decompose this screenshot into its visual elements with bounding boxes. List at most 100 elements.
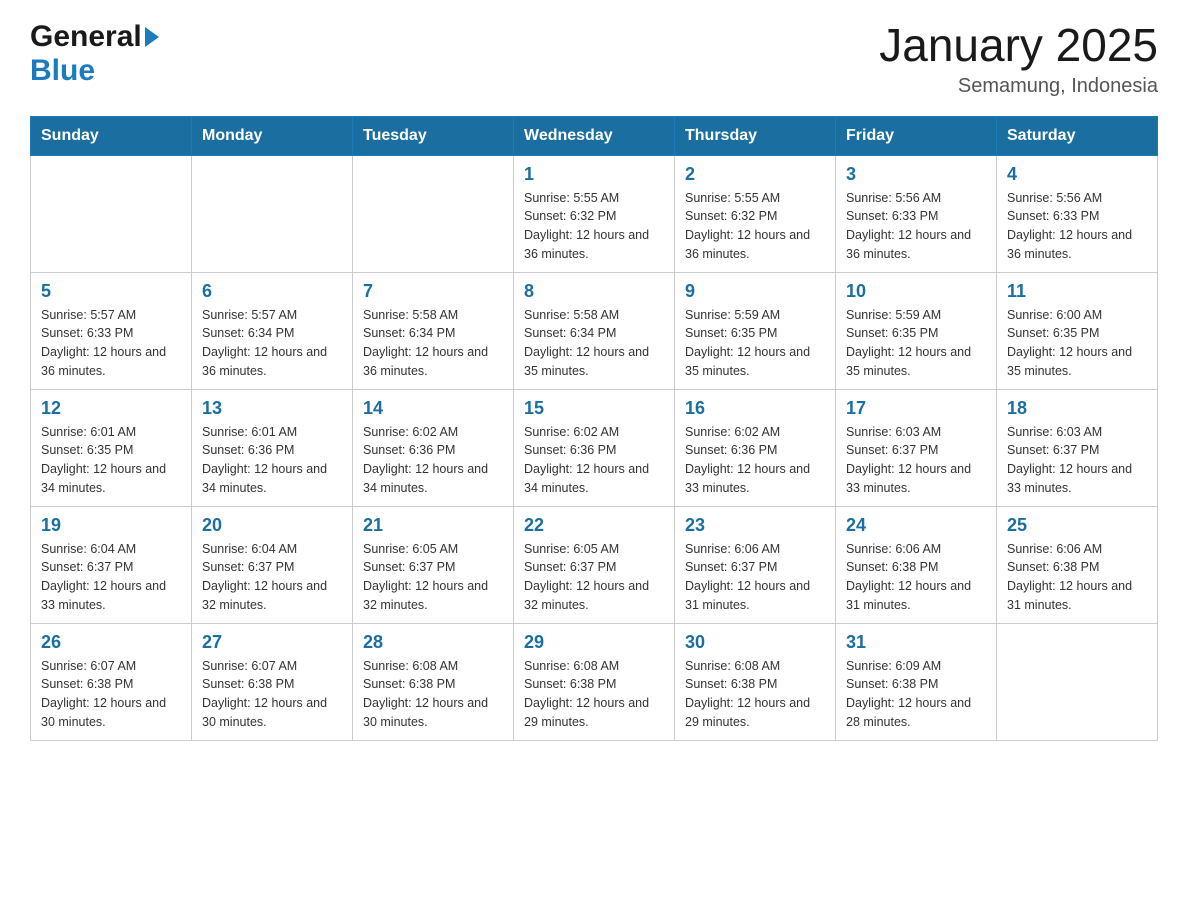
calendar-cell bbox=[192, 155, 353, 272]
week-row-5: 26 Sunrise: 6:07 AMSunset: 6:38 PMDayligh… bbox=[31, 623, 1158, 740]
day-info: Sunrise: 6:01 AMSunset: 6:35 PMDaylight:… bbox=[41, 423, 181, 498]
day-number: 6 bbox=[202, 281, 342, 302]
day-of-week-tuesday: Tuesday bbox=[353, 116, 514, 155]
day-number: 20 bbox=[202, 515, 342, 536]
day-info: Sunrise: 5:55 AMSunset: 6:32 PMDaylight:… bbox=[685, 189, 825, 264]
calendar-cell: 18 Sunrise: 6:03 AMSunset: 6:37 PMDayligh… bbox=[997, 389, 1158, 506]
day-info: Sunrise: 6:08 AMSunset: 6:38 PMDaylight:… bbox=[363, 657, 503, 732]
day-number: 5 bbox=[41, 281, 181, 302]
day-of-week-sunday: Sunday bbox=[31, 116, 192, 155]
day-number: 12 bbox=[41, 398, 181, 419]
day-info: Sunrise: 6:05 AMSunset: 6:37 PMDaylight:… bbox=[524, 540, 664, 615]
header: General Blue January 2025 Semamung, Indo… bbox=[30, 20, 1158, 98]
day-info: Sunrise: 6:03 AMSunset: 6:37 PMDaylight:… bbox=[846, 423, 986, 498]
day-of-week-friday: Friday bbox=[836, 116, 997, 155]
day-info: Sunrise: 6:07 AMSunset: 6:38 PMDaylight:… bbox=[41, 657, 181, 732]
calendar-cell: 9 Sunrise: 5:59 AMSunset: 6:35 PMDaylight… bbox=[675, 272, 836, 389]
day-number: 16 bbox=[685, 398, 825, 419]
day-info: Sunrise: 6:02 AMSunset: 6:36 PMDaylight:… bbox=[363, 423, 503, 498]
day-of-week-saturday: Saturday bbox=[997, 116, 1158, 155]
day-info: Sunrise: 6:06 AMSunset: 6:38 PMDaylight:… bbox=[1007, 540, 1147, 615]
calendar-cell: 2 Sunrise: 5:55 AMSunset: 6:32 PMDaylight… bbox=[675, 155, 836, 272]
day-info: Sunrise: 6:01 AMSunset: 6:36 PMDaylight:… bbox=[202, 423, 342, 498]
day-number: 9 bbox=[685, 281, 825, 302]
day-info: Sunrise: 6:06 AMSunset: 6:37 PMDaylight:… bbox=[685, 540, 825, 615]
calendar-cell: 30 Sunrise: 6:08 AMSunset: 6:38 PMDayligh… bbox=[675, 623, 836, 740]
day-number: 18 bbox=[1007, 398, 1147, 419]
day-number: 25 bbox=[1007, 515, 1147, 536]
day-info: Sunrise: 5:55 AMSunset: 6:32 PMDaylight:… bbox=[524, 189, 664, 264]
day-info: Sunrise: 5:58 AMSunset: 6:34 PMDaylight:… bbox=[363, 306, 503, 381]
day-info: Sunrise: 6:02 AMSunset: 6:36 PMDaylight:… bbox=[685, 423, 825, 498]
title-area: January 2025 Semamung, Indonesia bbox=[879, 20, 1158, 98]
week-row-2: 5 Sunrise: 5:57 AMSunset: 6:33 PMDaylight… bbox=[31, 272, 1158, 389]
calendar-cell: 25 Sunrise: 6:06 AMSunset: 6:38 PMDayligh… bbox=[997, 506, 1158, 623]
day-number: 7 bbox=[363, 281, 503, 302]
day-info: Sunrise: 5:59 AMSunset: 6:35 PMDaylight:… bbox=[685, 306, 825, 381]
day-number: 4 bbox=[1007, 164, 1147, 185]
calendar-body: 1 Sunrise: 5:55 AMSunset: 6:32 PMDaylight… bbox=[31, 155, 1158, 740]
day-info: Sunrise: 5:59 AMSunset: 6:35 PMDaylight:… bbox=[846, 306, 986, 381]
calendar-cell: 3 Sunrise: 5:56 AMSunset: 6:33 PMDaylight… bbox=[836, 155, 997, 272]
day-number: 28 bbox=[363, 632, 503, 653]
day-of-week-thursday: Thursday bbox=[675, 116, 836, 155]
week-row-3: 12 Sunrise: 6:01 AMSunset: 6:35 PMDayligh… bbox=[31, 389, 1158, 506]
calendar-header: SundayMondayTuesdayWednesdayThursdayFrid… bbox=[31, 116, 1158, 155]
calendar-cell bbox=[353, 155, 514, 272]
calendar-cell bbox=[997, 623, 1158, 740]
day-info: Sunrise: 6:05 AMSunset: 6:37 PMDaylight:… bbox=[363, 540, 503, 615]
calendar-title: January 2025 bbox=[879, 20, 1158, 71]
calendar-cell: 14 Sunrise: 6:02 AMSunset: 6:36 PMDayligh… bbox=[353, 389, 514, 506]
calendar-cell: 16 Sunrise: 6:02 AMSunset: 6:36 PMDayligh… bbox=[675, 389, 836, 506]
logo: General Blue bbox=[30, 20, 159, 88]
calendar-cell: 5 Sunrise: 5:57 AMSunset: 6:33 PMDaylight… bbox=[31, 272, 192, 389]
logo-blue-text: Blue bbox=[30, 54, 95, 87]
calendar-cell: 22 Sunrise: 6:05 AMSunset: 6:37 PMDayligh… bbox=[514, 506, 675, 623]
day-info: Sunrise: 6:02 AMSunset: 6:36 PMDaylight:… bbox=[524, 423, 664, 498]
day-number: 17 bbox=[846, 398, 986, 419]
calendar-cell: 26 Sunrise: 6:07 AMSunset: 6:38 PMDayligh… bbox=[31, 623, 192, 740]
day-info: Sunrise: 6:03 AMSunset: 6:37 PMDaylight:… bbox=[1007, 423, 1147, 498]
logo-chevron-icon bbox=[145, 27, 159, 47]
calendar-cell: 12 Sunrise: 6:01 AMSunset: 6:35 PMDayligh… bbox=[31, 389, 192, 506]
day-number: 14 bbox=[363, 398, 503, 419]
day-info: Sunrise: 6:06 AMSunset: 6:38 PMDaylight:… bbox=[846, 540, 986, 615]
days-of-week-row: SundayMondayTuesdayWednesdayThursdayFrid… bbox=[31, 116, 1158, 155]
day-info: Sunrise: 6:08 AMSunset: 6:38 PMDaylight:… bbox=[685, 657, 825, 732]
day-number: 23 bbox=[685, 515, 825, 536]
calendar-cell bbox=[31, 155, 192, 272]
day-number: 15 bbox=[524, 398, 664, 419]
day-number: 8 bbox=[524, 281, 664, 302]
day-number: 1 bbox=[524, 164, 664, 185]
calendar-cell: 10 Sunrise: 5:59 AMSunset: 6:35 PMDayligh… bbox=[836, 272, 997, 389]
day-info: Sunrise: 5:56 AMSunset: 6:33 PMDaylight:… bbox=[846, 189, 986, 264]
day-number: 21 bbox=[363, 515, 503, 536]
day-info: Sunrise: 6:08 AMSunset: 6:38 PMDaylight:… bbox=[524, 657, 664, 732]
day-number: 10 bbox=[846, 281, 986, 302]
day-number: 30 bbox=[685, 632, 825, 653]
day-number: 2 bbox=[685, 164, 825, 185]
day-number: 24 bbox=[846, 515, 986, 536]
calendar-cell: 4Sunrise: 5:56 AMSunset: 6:33 PMDaylight… bbox=[997, 155, 1158, 272]
logo-general-text: General bbox=[30, 20, 142, 54]
calendar-cell: 15 Sunrise: 6:02 AMSunset: 6:36 PMDayligh… bbox=[514, 389, 675, 506]
calendar-cell: 31 Sunrise: 6:09 AMSunset: 6:38 PMDayligh… bbox=[836, 623, 997, 740]
calendar-cell: 21 Sunrise: 6:05 AMSunset: 6:37 PMDayligh… bbox=[353, 506, 514, 623]
calendar-cell: 19Sunrise: 6:04 AMSunset: 6:37 PMDayligh… bbox=[31, 506, 192, 623]
calendar-cell: 23 Sunrise: 6:06 AMSunset: 6:37 PMDayligh… bbox=[675, 506, 836, 623]
day-number: 26 bbox=[41, 632, 181, 653]
week-row-4: 19Sunrise: 6:04 AMSunset: 6:37 PMDayligh… bbox=[31, 506, 1158, 623]
day-number: 22 bbox=[524, 515, 664, 536]
calendar-cell: 17 Sunrise: 6:03 AMSunset: 6:37 PMDayligh… bbox=[836, 389, 997, 506]
calendar-cell: 6Sunrise: 5:57 AMSunset: 6:34 PMDaylight… bbox=[192, 272, 353, 389]
day-info: Sunrise: 6:04 AMSunset: 6:37 PMDaylight:… bbox=[202, 540, 342, 615]
day-info: Sunrise: 6:09 AMSunset: 6:38 PMDaylight:… bbox=[846, 657, 986, 732]
day-number: 3 bbox=[846, 164, 986, 185]
calendar-table: SundayMondayTuesdayWednesdayThursdayFrid… bbox=[30, 116, 1158, 741]
calendar-cell: 24 Sunrise: 6:06 AMSunset: 6:38 PMDayligh… bbox=[836, 506, 997, 623]
calendar-subtitle: Semamung, Indonesia bbox=[879, 75, 1158, 98]
calendar-cell: 8Sunrise: 5:58 AMSunset: 6:34 PMDaylight… bbox=[514, 272, 675, 389]
day-info: Sunrise: 5:57 AMSunset: 6:33 PMDaylight:… bbox=[41, 306, 181, 381]
calendar-cell: 13Sunrise: 6:01 AMSunset: 6:36 PMDayligh… bbox=[192, 389, 353, 506]
day-number: 31 bbox=[846, 632, 986, 653]
